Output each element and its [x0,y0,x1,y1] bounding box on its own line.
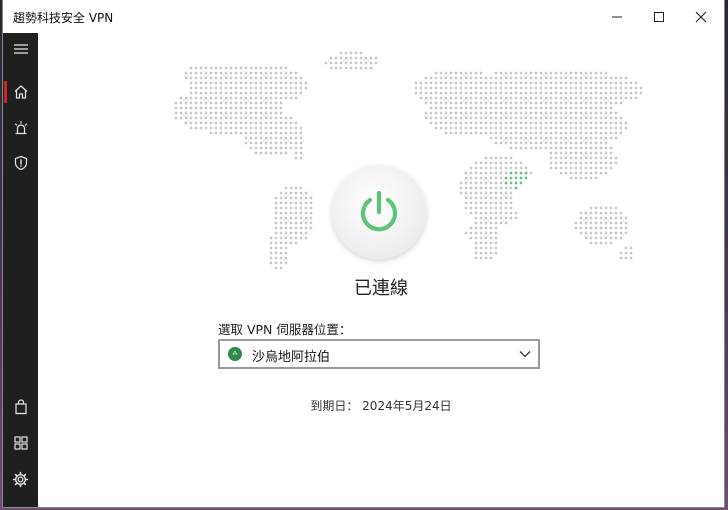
close-button[interactable] [680,0,722,33]
menu-icon [13,44,28,54]
alert-siren-icon [14,120,27,135]
sidebar-item-apps[interactable] [3,429,38,457]
shield-alert-icon [14,155,27,171]
home-icon [14,85,27,99]
sidebar-item-home[interactable] [3,78,38,106]
server-location-select[interactable]: ⁂ 沙烏地阿拉伯 [218,339,540,369]
sidebar-item-settings[interactable] [3,465,38,493]
expiry-date: 到期日： 2024年5月24日 [310,399,452,413]
gear-icon [12,471,29,487]
sidebar-item-security[interactable] [3,149,38,177]
power-icon [360,190,398,232]
minimize-icon [612,16,622,17]
sidebar [3,33,38,507]
selected-location: 沙烏地阿拉伯 [252,350,331,365]
server-location-label: 選取 VPN 伺服器位置： [218,322,352,337]
saudi-flag-icon: ⁂ [228,347,242,361]
chevron-down-icon [519,351,531,358]
shopping-bag-icon [14,399,27,415]
menu-button[interactable] [3,35,38,63]
connection-status: 已連線 [354,278,408,299]
apps-grid-icon [13,436,28,450]
vpn-app-window: 趨勢科技安全 VPN 已連線 選取 VPN 伺服器位置： ⁂ 沙烏地阿拉伯 到期… [3,0,724,507]
minimize-button[interactable] [596,0,638,33]
connect-power-button[interactable] [332,165,426,259]
sidebar-item-alerts[interactable] [3,114,38,142]
title-bar[interactable]: 趨勢科技安全 VPN [3,0,724,33]
close-icon [695,11,707,22]
maximize-button[interactable] [638,0,680,33]
main-panel: 已連線 選取 VPN 伺服器位置： ⁂ 沙烏地阿拉伯 到期日： 2024年5月2… [38,33,724,507]
window-title: 趨勢科技安全 VPN [13,11,114,25]
sidebar-item-shop[interactable] [3,393,38,421]
maximize-icon [654,11,664,22]
